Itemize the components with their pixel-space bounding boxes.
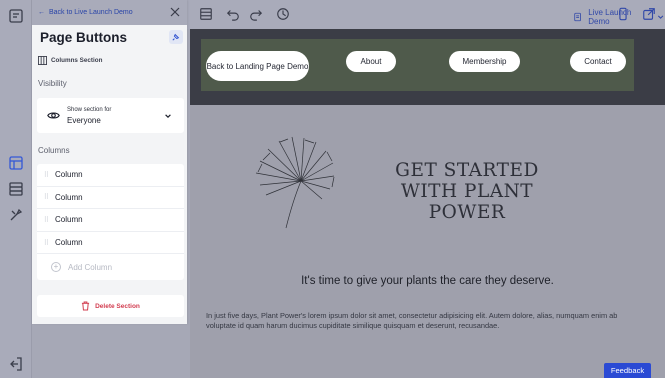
trash-icon [81,301,90,311]
section-settings-panel: ← Back to Live Launch Demo Page Buttons … [32,0,187,324]
columns-icon [38,56,47,65]
nav-button-about[interactable]: About [346,51,396,72]
back-link[interactable]: ← Back to Live Launch Demo [38,9,133,16]
visibility-heading: Visibility [38,79,67,88]
column-item[interactable]: ⠿ Column [37,187,184,210]
column-item[interactable]: ⠿ Column [37,232,184,255]
editor-topbar: Live Launch Demo [187,0,665,29]
undo-icon[interactable] [225,6,241,22]
arrow-left-icon: ← [38,9,45,16]
hero-body: In just five days, Plant Power's lorem i… [206,311,618,330]
panel-title: Page Buttons [40,30,128,45]
page-canvas: Back to Landing Page Demo About Membersh… [190,29,665,378]
panel-header: ← Back to Live Launch Demo [32,0,187,25]
plus-icon: + [51,262,61,273]
left-rail [0,0,32,378]
open-external-icon[interactable] [641,6,657,22]
site-header[interactable]: Back to Landing Page Demo About Membersh… [190,29,665,105]
chevron-down-icon [657,15,664,19]
palm-leaf-illustration [255,136,335,229]
drag-handle-icon[interactable]: ⠿ [37,239,55,247]
column-item[interactable]: ⠿ Column [37,164,184,187]
add-column-button[interactable]: + Add Column [37,254,184,280]
eye-icon [47,112,60,119]
columns-heading: Columns [38,146,70,155]
pin-button[interactable] [169,30,183,44]
drag-handle-icon[interactable]: ⠿ [37,193,55,201]
pin-icon [172,33,180,41]
drag-handle-icon[interactable]: ⠿ [37,216,55,224]
mobile-preview-icon[interactable] [615,6,631,22]
nav-button-landing[interactable]: Back to Landing Page Demo [206,51,309,81]
section-type: Columns Section [38,56,102,65]
chevron-down-icon [165,114,171,119]
nav-button-contact[interactable]: Contact [570,51,626,72]
hero-headline: GET STARTED WITH PLANT POWER [395,160,539,223]
column-label: Column [55,192,83,202]
column-label: Column [55,238,83,248]
delete-section-label: Delete Section [95,302,140,310]
redo-icon[interactable] [248,6,264,22]
history-icon[interactable] [275,6,291,22]
nav-buttons-section[interactable]: Back to Landing Page Demo About Membersh… [201,39,634,91]
back-link-label: Back to Live Launch Demo [49,9,133,16]
visibility-dropdown[interactable]: Show section for Everyone [37,98,184,133]
visibility-label: Show section for [67,107,112,113]
hero-tagline: It's time to give your plants the care t… [301,275,554,287]
feedback-button[interactable]: Feedback [604,363,651,378]
columns-list: ⠿ Column ⠿ Column ⠿ Column ⠿ Column + Add Co… [37,164,184,281]
column-label: Column [55,170,83,180]
dashboard-icon[interactable] [6,6,26,26]
sections-icon[interactable] [6,153,26,173]
nav-button-membership[interactable]: Membership [449,51,520,72]
layout-icon[interactable] [198,6,214,22]
logout-icon[interactable] [6,354,26,374]
section-type-label: Columns Section [51,57,103,64]
page-icon [574,12,581,22]
delete-section-button[interactable]: Delete Section [37,295,184,317]
tools-icon[interactable] [6,205,26,225]
visibility-value: Everyone [67,116,101,125]
panel-body: Page Buttons Columns Section Visibility … [32,25,187,324]
drag-handle-icon[interactable]: ⠿ [37,171,55,179]
close-icon[interactable] [170,7,180,17]
add-column-label: Add Column [68,262,113,272]
database-icon[interactable] [6,179,26,199]
column-label: Column [55,215,83,225]
column-item[interactable]: ⠿ Column [37,209,184,232]
